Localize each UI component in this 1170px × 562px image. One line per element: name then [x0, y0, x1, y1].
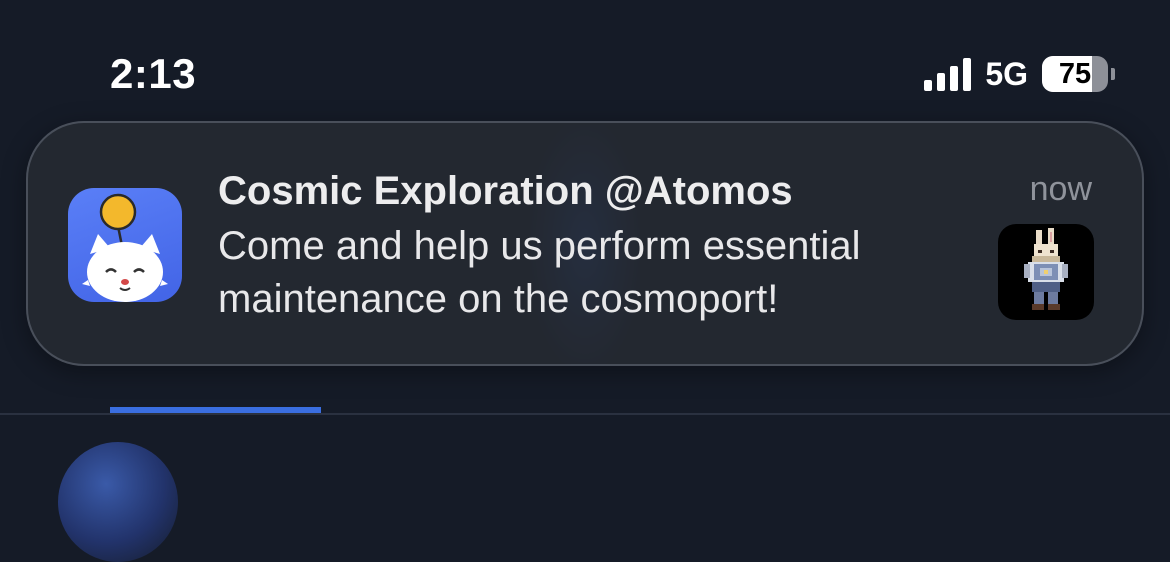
notification-body: Come and help us perform essential maint… — [218, 224, 861, 321]
notification-title: Cosmic Exploration @Atomos — [218, 169, 793, 213]
battery-icon: 75 — [1042, 56, 1115, 92]
bunny-character-thumbnail — [998, 224, 1094, 320]
moogle-app-icon — [68, 188, 182, 302]
tab-divider — [0, 413, 1170, 415]
status-indicators: 5G 75 — [924, 54, 1115, 94]
battery-cap — [1111, 68, 1115, 80]
network-type: 5G — [985, 56, 1028, 92]
avatar[interactable] — [58, 442, 178, 562]
notification-time: now — [1029, 170, 1092, 208]
cellular-signal-icon — [924, 57, 972, 91]
notification-banner[interactable]: Cosmic Exploration @Atomos now Come and … — [26, 121, 1144, 366]
status-time: 2:13 — [110, 50, 197, 97]
battery-percent: 75 — [1058, 58, 1092, 90]
